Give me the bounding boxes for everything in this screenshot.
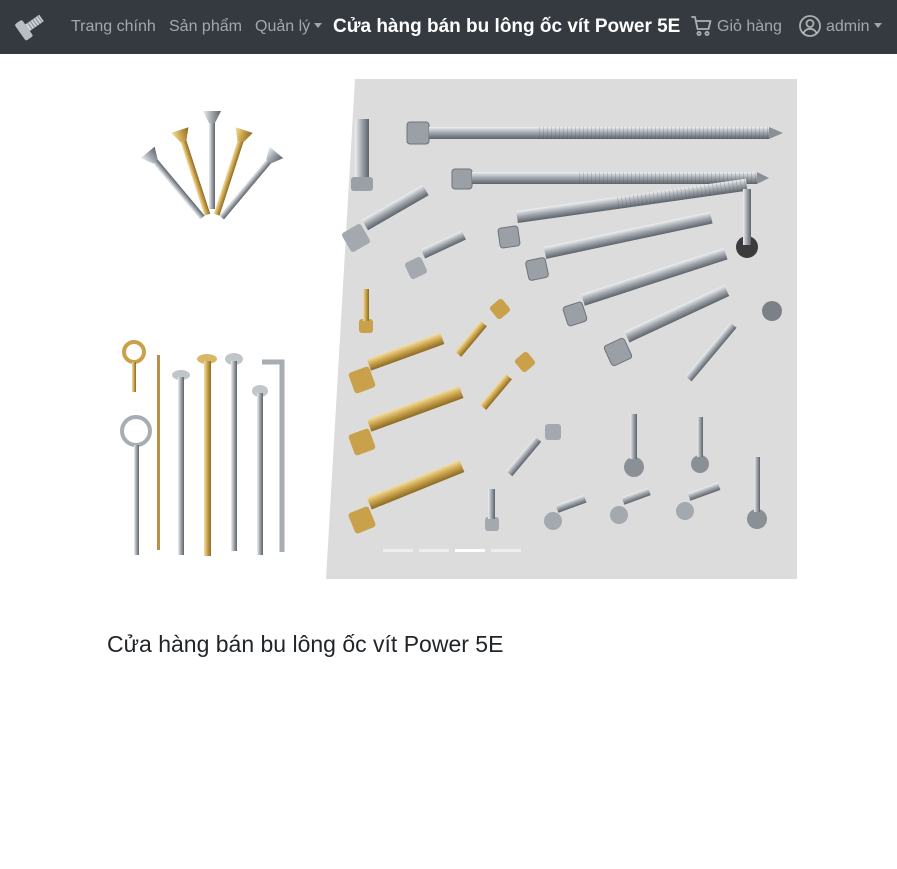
nav-dropdown-user-label: admin: [826, 18, 870, 35]
nav-dropdown-manage[interactable]: Quản lý: [255, 16, 323, 38]
nav-link-home[interactable]: Trang chính: [71, 16, 156, 38]
cart-icon[interactable]: [690, 14, 714, 38]
screw-logo-icon[interactable]: [12, 8, 48, 44]
top-navbar: Trang chính Sản phẩm Quản lý Cửa hàng bá…: [0, 0, 897, 54]
nav-dropdown-manage-label: Quản lý: [255, 18, 311, 35]
carousel-indicator-4[interactable]: [491, 549, 521, 552]
caret-down-icon: [314, 23, 323, 28]
navbar-brand[interactable]: Cửa hàng bán bu lông ốc vít Power 5E: [333, 14, 680, 40]
page-title: Cửa hàng bán bu lông ốc vít Power 5E: [107, 631, 504, 657]
caret-down-icon: [873, 23, 882, 28]
nav-link-products[interactable]: Sản phẩm: [169, 16, 242, 38]
carousel-slide-image: [120, 79, 797, 579]
user-circle-icon[interactable]: [798, 14, 822, 38]
carousel-indicator-1[interactable]: [383, 549, 413, 552]
carousel-indicator-3[interactable]: [455, 549, 485, 552]
carousel-indicators: [0, 549, 897, 555]
carousel-indicator-2[interactable]: [419, 549, 449, 552]
nav-link-cart[interactable]: Giỏ hàng: [717, 16, 782, 38]
product-carousel[interactable]: [107, 79, 797, 579]
nav-dropdown-user[interactable]: admin: [826, 16, 882, 38]
